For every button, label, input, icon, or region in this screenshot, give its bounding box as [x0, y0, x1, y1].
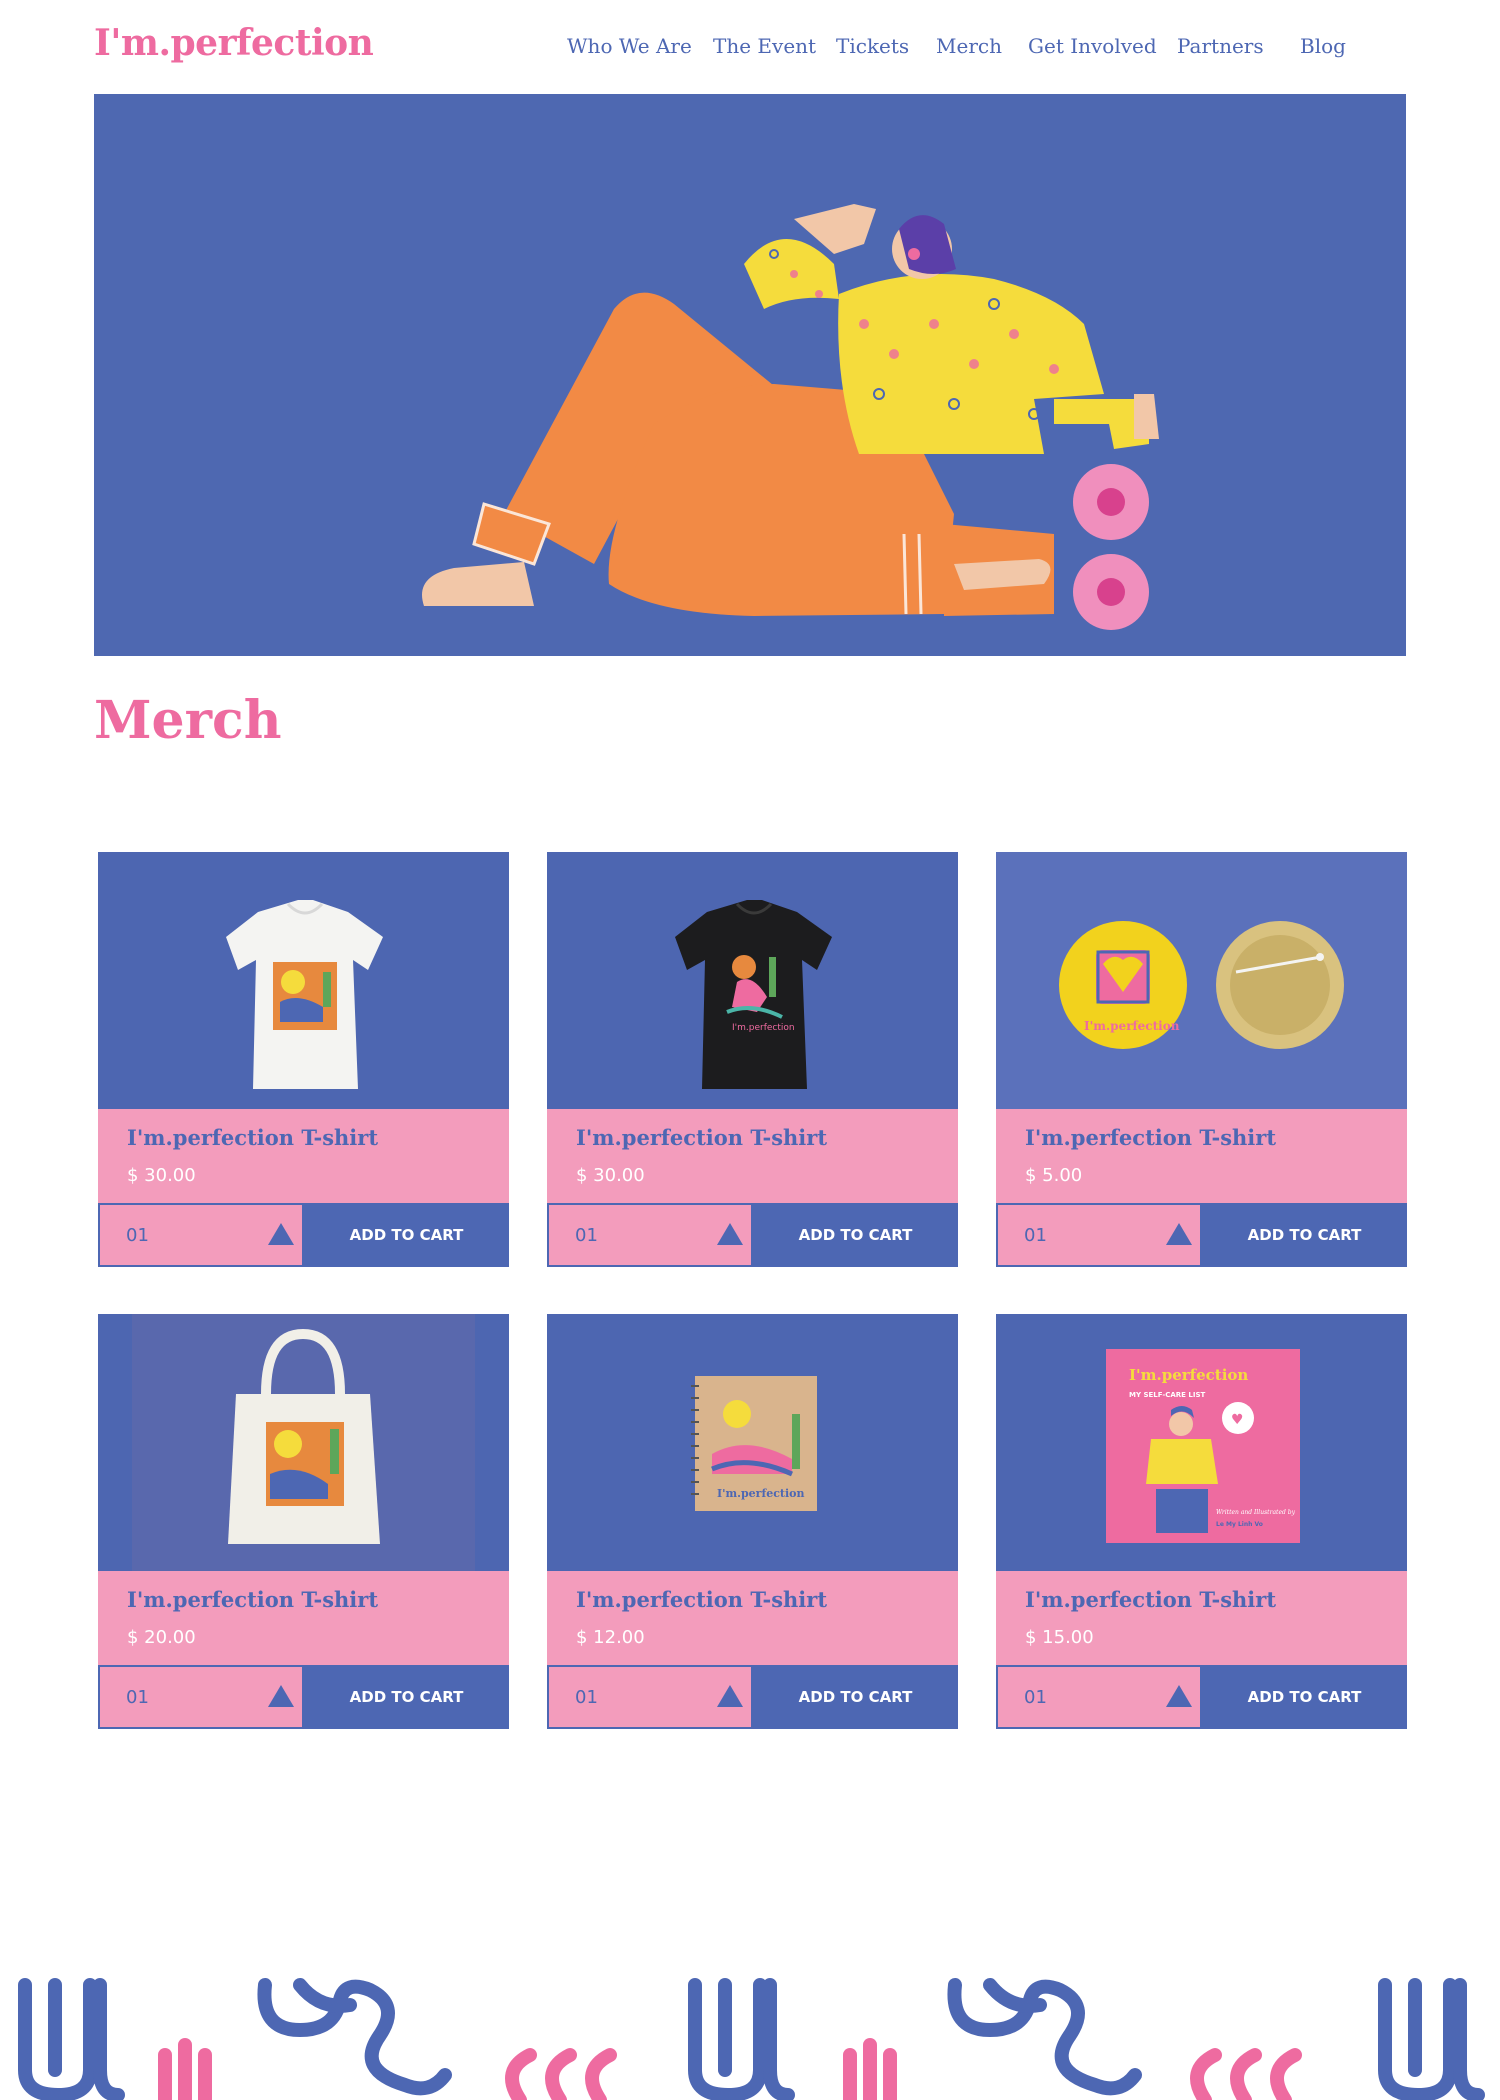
- svg-text:♥: ♥: [1231, 1412, 1244, 1428]
- product-info: I'm.perfection T-shirt $ 30.00: [547, 1109, 958, 1203]
- quantity-increase-icon[interactable]: [1166, 1223, 1192, 1245]
- buy-row: 01 ADD TO CART: [996, 1665, 1407, 1729]
- quantity-increase-icon[interactable]: [717, 1685, 743, 1707]
- buy-row: 01 ADD TO CART: [98, 1665, 509, 1729]
- quantity-selector[interactable]: 01: [98, 1203, 304, 1267]
- nav-the-event[interactable]: The Event: [713, 34, 816, 58]
- buy-row: 01 ADD TO CART: [996, 1203, 1407, 1267]
- quantity-value: 01: [1024, 1687, 1047, 1708]
- product-info: I'm.perfection T-shirt $ 12.00: [547, 1571, 958, 1665]
- add-to-cart-button[interactable]: ADD TO CART: [1202, 1203, 1407, 1267]
- quantity-increase-icon[interactable]: [1166, 1685, 1192, 1707]
- quantity-selector[interactable]: 01: [996, 1203, 1202, 1267]
- product-price: $ 30.00: [576, 1165, 645, 1186]
- product-info: I'm.perfection T-shirt $ 20.00: [98, 1571, 509, 1665]
- product-image-black-tshirt[interactable]: I'm.perfection: [547, 852, 958, 1109]
- product-image-white-tshirt[interactable]: [98, 852, 509, 1109]
- product-card: I'm.perfection I'm.perfection T-shirt $ …: [547, 852, 958, 1267]
- product-card: I'm.perfection T-shirt $ 20.00 01 ADD TO…: [98, 1314, 509, 1729]
- nav-partners[interactable]: Partners: [1177, 34, 1264, 58]
- nav-blog[interactable]: Blog: [1300, 34, 1346, 58]
- product-price: $ 15.00: [1025, 1627, 1094, 1648]
- product-card: I'm.perfection I'm.perfection T-shirt $ …: [996, 852, 1407, 1267]
- product-price: $ 20.00: [127, 1627, 196, 1648]
- product-image-book[interactable]: I'm.perfection MY SELF-CARE LIST ♥ Writt…: [996, 1314, 1407, 1571]
- quantity-increase-icon[interactable]: [268, 1223, 294, 1245]
- product-name[interactable]: I'm.perfection T-shirt: [576, 1587, 827, 1612]
- product-info: I'm.perfection T-shirt $ 30.00: [98, 1109, 509, 1203]
- product-image-notebook[interactable]: I'm.perfection: [547, 1314, 958, 1571]
- quantity-selector[interactable]: 01: [996, 1665, 1202, 1729]
- quantity-value: 01: [575, 1687, 598, 1708]
- svg-text:I'm.perfection: I'm.perfection: [732, 1023, 795, 1033]
- product-price: $ 12.00: [576, 1627, 645, 1648]
- product-info: I'm.perfection T-shirt $ 5.00: [996, 1109, 1407, 1203]
- page-title: Merch: [94, 690, 282, 751]
- product-name[interactable]: I'm.perfection T-shirt: [576, 1125, 827, 1150]
- nav-who-we-are[interactable]: Who We Are: [567, 34, 692, 58]
- quantity-value: 01: [575, 1225, 598, 1246]
- footer-decoration: [0, 1960, 1500, 2100]
- quantity-selector[interactable]: 01: [98, 1665, 304, 1729]
- pin-label: I'm.perfection: [1084, 1019, 1180, 1033]
- product-card: I'm.perfection I'm.perfection T-shirt $ …: [547, 1314, 958, 1729]
- quantity-value: 01: [126, 1225, 149, 1246]
- book-title: I'm.perfection: [1129, 1366, 1248, 1384]
- add-to-cart-button[interactable]: ADD TO CART: [753, 1665, 958, 1729]
- quantity-value: 01: [126, 1687, 149, 1708]
- hero-illustration: [94, 94, 1406, 656]
- add-to-cart-button[interactable]: ADD TO CART: [753, 1203, 958, 1267]
- add-to-cart-button[interactable]: ADD TO CART: [304, 1665, 509, 1729]
- quantity-selector[interactable]: 01: [547, 1665, 753, 1729]
- notebook-label: I'm.perfection: [717, 1487, 805, 1500]
- quantity-increase-icon[interactable]: [717, 1223, 743, 1245]
- nav-merch[interactable]: Merch: [936, 34, 1002, 58]
- product-name[interactable]: I'm.perfection T-shirt: [1025, 1125, 1276, 1150]
- buy-row: 01 ADD TO CART: [547, 1665, 958, 1729]
- product-name[interactable]: I'm.perfection T-shirt: [1025, 1587, 1276, 1612]
- quantity-value: 01: [1024, 1225, 1047, 1246]
- main-nav: Who We Are The Event Tickets Merch Get I…: [0, 34, 1500, 64]
- add-to-cart-button[interactable]: ADD TO CART: [1202, 1665, 1407, 1729]
- quantity-increase-icon[interactable]: [268, 1685, 294, 1707]
- product-name[interactable]: I'm.perfection T-shirt: [127, 1125, 378, 1150]
- nav-get-involved[interactable]: Get Involved: [1028, 34, 1157, 58]
- product-card: I'm.perfection T-shirt $ 30.00 01 ADD TO…: [98, 852, 509, 1267]
- product-price: $ 30.00: [127, 1165, 196, 1186]
- book-subtitle: MY SELF-CARE LIST: [1129, 1391, 1205, 1399]
- buy-row: 01 ADD TO CART: [98, 1203, 509, 1267]
- product-card: I'm.perfection MY SELF-CARE LIST ♥ Writt…: [996, 1314, 1407, 1729]
- product-price: $ 5.00: [1025, 1165, 1083, 1186]
- buy-row: 01 ADD TO CART: [547, 1203, 958, 1267]
- product-image-tote-bag[interactable]: [98, 1314, 509, 1571]
- product-image-pin-buttons[interactable]: I'm.perfection: [996, 852, 1407, 1109]
- add-to-cart-button[interactable]: ADD TO CART: [304, 1203, 509, 1267]
- book-author: Le My Linh Vo: [1216, 1521, 1263, 1528]
- product-name[interactable]: I'm.perfection T-shirt: [127, 1587, 378, 1612]
- quantity-selector[interactable]: 01: [547, 1203, 753, 1267]
- book-credit: Written and Illustrated by: [1216, 1509, 1296, 1516]
- nav-tickets[interactable]: Tickets: [836, 34, 909, 58]
- product-info: I'm.perfection T-shirt $ 15.00: [996, 1571, 1407, 1665]
